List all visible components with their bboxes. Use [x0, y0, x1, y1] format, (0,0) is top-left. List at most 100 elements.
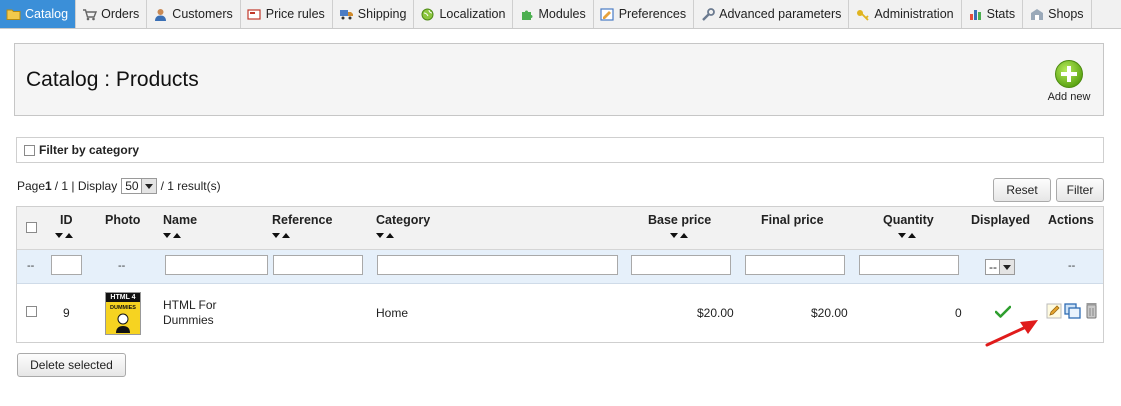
cell-id: 9: [63, 306, 70, 320]
bar-chart-icon: [968, 8, 983, 21]
filter-row: -- -- -- --: [17, 250, 1103, 284]
cell-name: HTML For Dummies: [163, 298, 217, 328]
filter-base-price-input[interactable]: [631, 255, 731, 275]
filter-button[interactable]: Filter: [1056, 178, 1104, 202]
sort-desc-icon[interactable]: [376, 233, 384, 238]
current-page: 1: [45, 179, 52, 193]
per-page-value: 50: [125, 179, 139, 193]
tab-price-rules[interactable]: Price rules: [241, 0, 333, 28]
filter-by-category-label: Filter by category: [39, 143, 140, 157]
delete-icon[interactable]: [1086, 302, 1097, 319]
preferences-icon: [600, 7, 615, 21]
sort-asc-icon[interactable]: [908, 233, 916, 238]
edit-icon[interactable]: [1046, 303, 1062, 319]
thumb-figure-icon: [116, 313, 130, 333]
filter-name-input[interactable]: [165, 255, 268, 275]
table-row[interactable]: 9 HTML 4 DUMMIES HTML For Dummies Home $…: [17, 284, 1103, 342]
sort-desc-icon[interactable]: [272, 233, 280, 238]
filter-by-category-checkbox[interactable]: [24, 144, 35, 156]
total-pages-label: / 1 | Display: [54, 179, 118, 193]
sort-asc-icon[interactable]: [173, 233, 181, 238]
tab-label: Price rules: [265, 7, 325, 21]
select-all-checkbox[interactable]: [26, 222, 37, 233]
chevron-down-icon: [140, 179, 156, 193]
cell-name-line1: HTML For: [163, 298, 217, 312]
tab-modules[interactable]: Modules: [513, 0, 594, 28]
cell-name-line2: Dummies: [163, 313, 214, 327]
thumb-title: HTML 4: [106, 293, 140, 302]
column-header-base-price: Base price: [648, 213, 712, 227]
row-checkbox[interactable]: [26, 306, 37, 317]
tab-label: Catalog: [25, 7, 69, 21]
filter-dash: --: [1068, 260, 1076, 272]
cart-icon: [82, 8, 98, 21]
tab-label: Preferences: [618, 7, 687, 21]
tab-stats[interactable]: Stats: [962, 0, 1024, 28]
filter-by-category-bar: Filter by category: [16, 137, 1104, 163]
sort-quantity: [898, 233, 916, 238]
tab-advanced-parameters[interactable]: Advanced parameters: [694, 0, 850, 28]
sort-asc-icon[interactable]: [65, 233, 73, 238]
tab-administration[interactable]: Administration: [849, 0, 962, 28]
tab-catalog[interactable]: Catalog: [0, 0, 77, 28]
filter-dash: --: [27, 260, 35, 272]
delete-selected-button[interactable]: Delete selected: [17, 353, 126, 377]
tab-shipping[interactable]: Shipping: [333, 0, 415, 28]
puzzle-icon: [519, 8, 534, 21]
sort-desc-icon[interactable]: [55, 233, 63, 238]
per-page-select[interactable]: 50: [121, 178, 157, 194]
column-header-photo: Photo: [105, 213, 141, 227]
page-title: Catalog : Products: [26, 68, 199, 91]
sort-desc-icon[interactable]: [670, 233, 678, 238]
sort-desc-icon[interactable]: [898, 233, 906, 238]
sort-reference: [272, 233, 290, 238]
wrench-icon: [700, 7, 715, 21]
column-header-quantity: Quantity: [883, 213, 934, 227]
filter-dash: --: [118, 260, 126, 272]
displayed-check-icon[interactable]: [995, 305, 1011, 319]
reset-button[interactable]: Reset: [993, 178, 1051, 202]
add-icon: [1055, 60, 1083, 88]
tab-localization[interactable]: Localization: [414, 0, 514, 28]
tab-customers[interactable]: Customers: [147, 0, 241, 28]
main-navigation: Catalog Orders Customers Price rules Shi…: [0, 0, 1121, 29]
column-header-name: Name: [163, 213, 198, 227]
page-header: Catalog : Products Add new: [14, 43, 1104, 116]
truck-icon: [339, 8, 354, 21]
sort-asc-icon[interactable]: [282, 233, 290, 238]
column-header-final-price: Final price: [761, 213, 824, 227]
tab-label: Advanced parameters: [719, 7, 842, 21]
results-count: / 1 result(s): [160, 179, 221, 193]
filter-category-input[interactable]: [377, 255, 618, 275]
table-header: ID Photo Name Reference Category Base pr…: [17, 207, 1103, 250]
shop-icon: [1029, 8, 1044, 21]
tab-orders[interactable]: Orders: [76, 0, 148, 28]
tab-preferences[interactable]: Preferences: [594, 0, 695, 28]
tab-shops[interactable]: Shops: [1023, 0, 1092, 28]
sort-base-price: [670, 233, 688, 238]
column-header-displayed: Displayed: [971, 213, 1031, 227]
tab-label: Localization: [439, 7, 506, 21]
annotation-arrow-icon: [985, 320, 1038, 347]
filter-reference-input[interactable]: [273, 255, 363, 275]
tab-label: Modules: [538, 7, 586, 21]
add-new-label: Add new: [1047, 91, 1091, 103]
filter-quantity-input[interactable]: [859, 255, 959, 275]
folder-icon: [6, 8, 21, 21]
add-new-button[interactable]: Add new: [1045, 59, 1093, 103]
pagination: Page 1 / 1 | Display 50 / 1 result(s): [17, 178, 221, 194]
sort-desc-icon[interactable]: [163, 233, 171, 238]
sort-asc-icon[interactable]: [680, 233, 688, 238]
filter-displayed-select[interactable]: --: [985, 259, 1015, 275]
column-header-reference: Reference: [272, 213, 333, 227]
filter-final-price-input[interactable]: [745, 255, 845, 275]
duplicate-icon[interactable]: [1064, 303, 1081, 319]
sort-asc-icon[interactable]: [386, 233, 394, 238]
filter-id-input[interactable]: [51, 255, 82, 275]
sort-id: [55, 233, 73, 238]
cell-category: Home: [376, 306, 409, 320]
cell-base-price: $20.00: [697, 306, 734, 320]
globe-icon: [420, 8, 435, 21]
sort-name: [163, 233, 181, 238]
column-header-actions: Actions: [1048, 213, 1094, 227]
